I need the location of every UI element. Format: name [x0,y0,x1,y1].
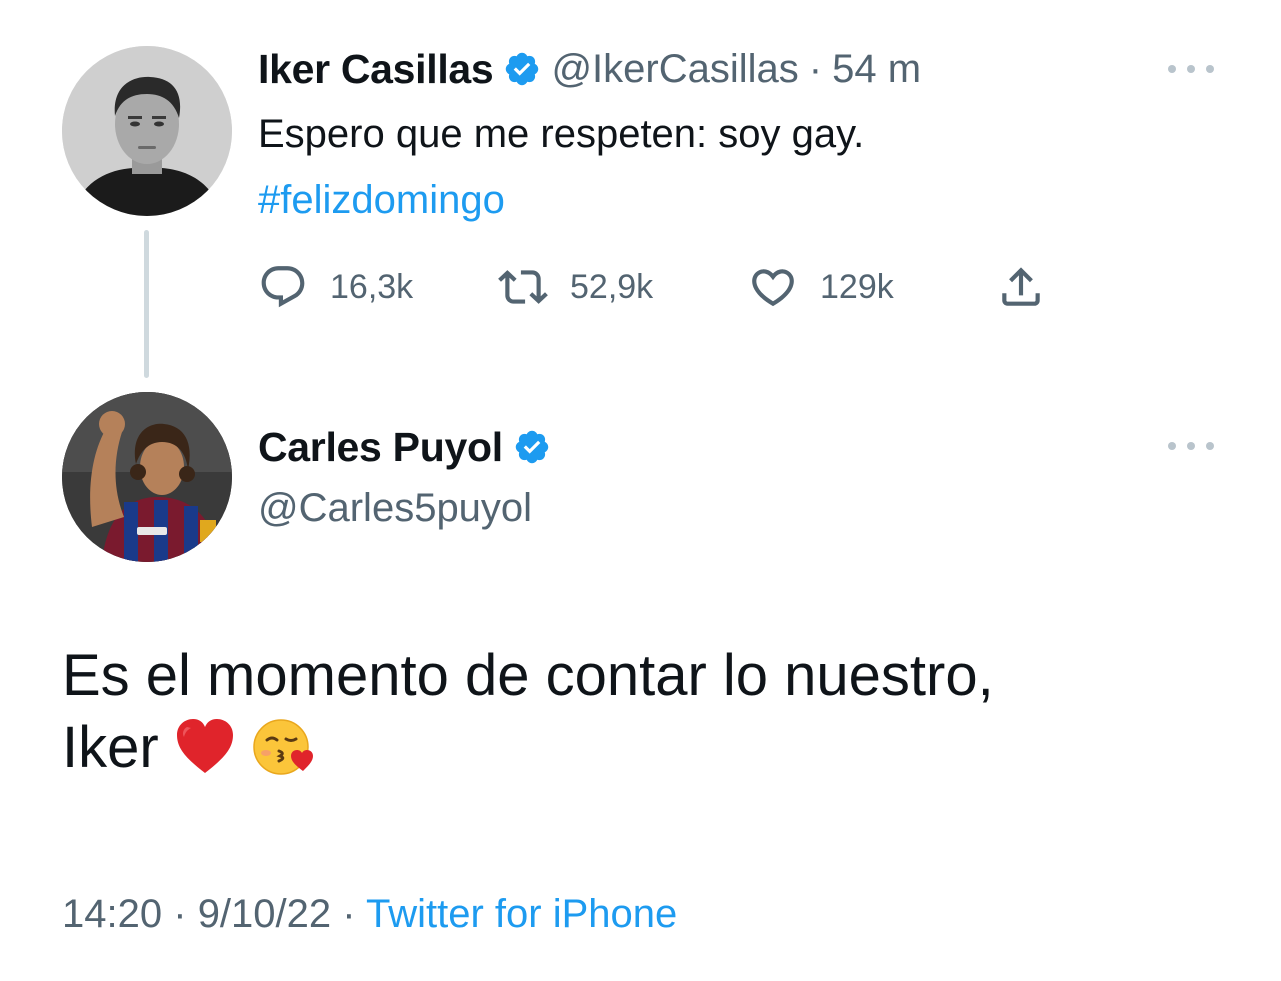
retweet-icon [498,262,548,312]
avatar-iker[interactable] [62,46,232,216]
retweet-button[interactable]: 52,9k [498,258,653,316]
more-options-icon[interactable] [1168,439,1214,453]
tweet-text: Espero que me respeten: soy gay. [258,112,865,156]
verified-badge-icon [503,50,541,88]
source-separator: · [342,892,356,936]
author-name[interactable]: Iker Casillas [258,46,494,93]
tweet-meta: 14:20 · 9/10/22 · Twitter for iPhone [62,892,677,937]
author-handle[interactable]: @IkerCasillas [551,47,798,92]
reply-icon [258,262,308,312]
share-button[interactable] [996,258,1046,316]
thread-connector-line [144,230,149,378]
hashtag-link[interactable]: #felizdomingo [258,178,505,223]
tweet-time[interactable]: 54 m [832,47,921,92]
share-icon [996,262,1046,312]
retweet-count: 52,9k [570,267,654,306]
avatar-photo-iker [62,46,232,216]
header-separator: · [808,46,823,91]
tweet-text-line-1: Es el momento de contar lo nuestro, [62,643,994,708]
more-options-icon[interactable] [1168,62,1214,76]
timestamp-separator: · [173,892,187,936]
reply-button[interactable]: 16,3k [258,258,413,316]
reply-count: 16,3k [330,267,414,306]
tweet-header: Iker Casillas @IkerCasillas · 54 m [258,40,921,98]
tweet-source-link[interactable]: Twitter for iPhone [366,892,677,936]
tweet-header: Carles Puyol [258,418,551,476]
like-icon [748,262,798,312]
author-handle[interactable]: @Carles5puyol [258,486,532,531]
like-button[interactable]: 129k [748,258,894,316]
verified-badge-icon [513,428,551,466]
avatar-puyol[interactable] [62,392,232,562]
face-blowing-kiss-emoji [251,715,315,779]
author-name[interactable]: Carles Puyol [258,424,503,471]
tweet-text: Es el momento de contar lo nuestro, Iker [62,640,1242,784]
tweet-timestamp-time[interactable]: 14:20 [62,892,162,936]
avatar-photo-puyol [62,392,232,562]
tweet-text-line-2: Iker [62,715,159,780]
red-heart-emoji [173,715,237,779]
tweet-timestamp-date[interactable]: 9/10/22 [198,892,331,936]
tweet-text-line-2-wrap: Iker [62,712,1242,784]
like-count: 129k [820,267,894,306]
tweet-actions: 16,3k 52,9k 129k [258,258,1058,316]
